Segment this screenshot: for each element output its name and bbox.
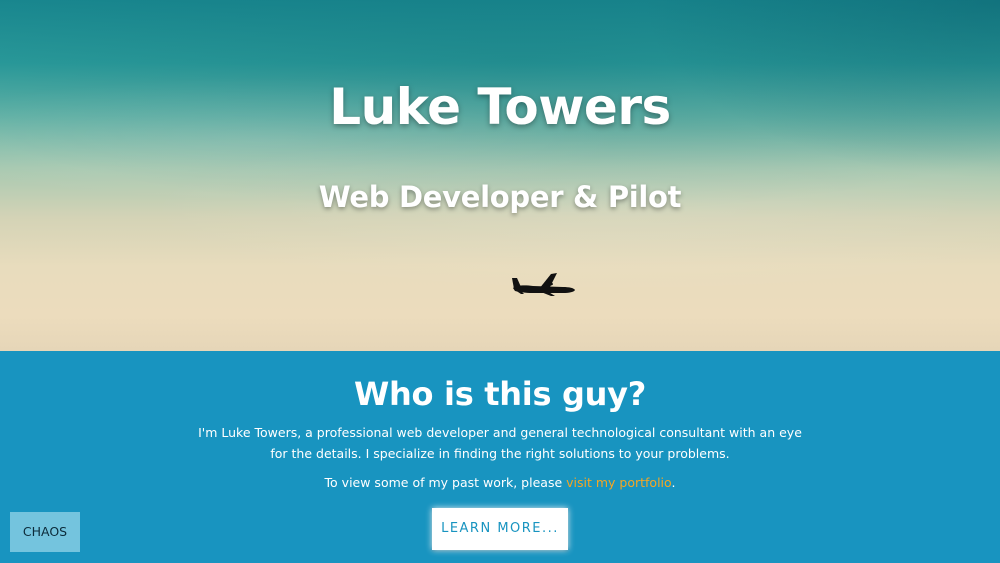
airplane-icon: [512, 273, 575, 296]
learn-more-button[interactable]: LEARN MORE...: [432, 508, 568, 550]
about-section: Who is this guy? I'm Luke Towers, a prof…: [0, 351, 1000, 563]
portfolio-prefix: To view some of my past work, please: [324, 475, 567, 490]
page: Luke Towers Web Developer & Pilot Who is…: [0, 0, 1000, 563]
hero-subtitle: Web Developer & Pilot: [318, 180, 682, 214]
about-heading: Who is this guy?: [354, 375, 646, 413]
portfolio-suffix: .: [671, 475, 676, 490]
chaos-button[interactable]: CHAOS: [10, 512, 80, 552]
hero-banner: Luke Towers Web Developer & Pilot: [0, 0, 1000, 351]
hero-title: Luke Towers: [329, 78, 671, 136]
portfolio-link[interactable]: visit my portfolio: [566, 475, 671, 490]
portfolio-sentence: To view some of my past work, please vis…: [0, 475, 1000, 490]
about-intro-text: I'm Luke Towers, a professional web deve…: [198, 425, 802, 461]
